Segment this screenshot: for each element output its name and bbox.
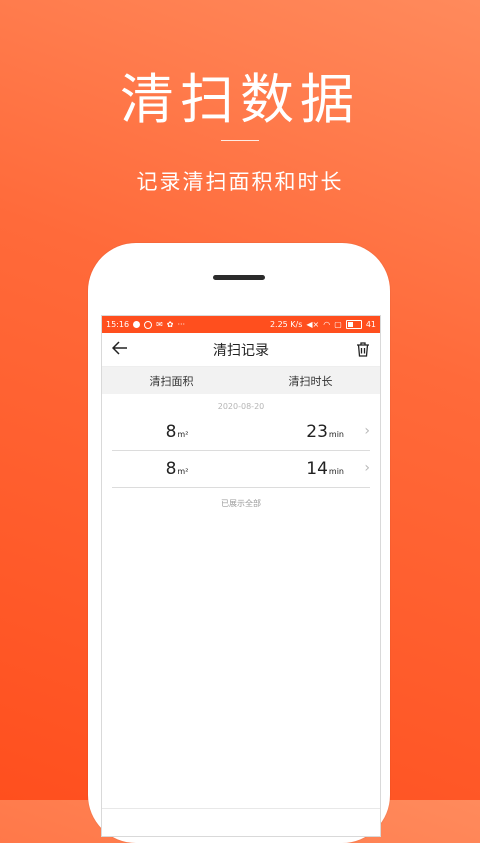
- battery-icon: [345, 320, 362, 329]
- more-notifications-icon: ···: [177, 320, 186, 329]
- column-header-duration: 清扫时长: [288, 374, 333, 388]
- notification-app-icon: ✿: [166, 320, 174, 329]
- status-right: 2.25 K/s ◀× ◠ ▢ 41: [270, 320, 376, 329]
- record-duration: 14min: [232, 459, 370, 479]
- column-header-area: 清扫面积: [149, 374, 194, 388]
- mute-icon: ◀×: [306, 320, 320, 329]
- duration-unit: min: [328, 430, 344, 439]
- notification-dot-icon: [133, 321, 141, 328]
- phone-screen: 15:16 ✉ ✿ ··· 2.25 K/s ◀× ◠ ▢ 41 清扫记录 清扫…: [101, 315, 381, 837]
- record-duration: 23min: [232, 422, 370, 442]
- phone-mockup: 15:16 ✉ ✿ ··· 2.25 K/s ◀× ◠ ▢ 41 清扫记录 清扫…: [88, 243, 390, 843]
- notification-ring-icon: [144, 320, 153, 329]
- duration-value: 14: [306, 459, 328, 479]
- battery-level: 41: [365, 320, 376, 329]
- app-header: 清扫记录: [102, 333, 380, 367]
- status-bar: 15:16 ✉ ✿ ··· 2.25 K/s ◀× ◠ ▢ 41: [102, 316, 380, 333]
- date-label: 2020-08-20: [217, 402, 265, 411]
- page-title: 清扫记录: [213, 342, 269, 359]
- record-list: 8m² 23min › 8m² 14min ›: [102, 414, 380, 488]
- area-value: 8: [165, 459, 177, 479]
- end-of-list-label: 已展示全部: [221, 499, 261, 508]
- hero-title: 清扫数据: [120, 68, 360, 131]
- bottom-divider: [102, 808, 380, 809]
- status-left: 15:16 ✉ ✿ ···: [106, 320, 185, 329]
- record-row[interactable]: 8m² 14min ›: [112, 451, 370, 488]
- sim-icon: ▢: [334, 320, 342, 329]
- hero-divider: [221, 140, 259, 141]
- phone-speaker: [213, 275, 265, 280]
- chevron-right-icon: ›: [364, 423, 370, 439]
- duration-unit: min: [328, 467, 344, 476]
- area-unit: m²: [177, 430, 189, 439]
- record-area: 8m²: [112, 422, 232, 442]
- trash-icon[interactable]: [350, 342, 370, 357]
- chevron-right-icon: ›: [364, 460, 370, 476]
- notification-mail-icon: ✉: [156, 320, 163, 329]
- record-row[interactable]: 8m² 23min ›: [112, 414, 370, 451]
- duration-value: 23: [306, 422, 328, 442]
- record-area: 8m²: [112, 459, 232, 479]
- wifi-icon: ◠: [323, 320, 331, 329]
- column-header-bar: 清扫面积 清扫时长: [102, 367, 380, 394]
- network-speed: 2.25 K/s: [269, 320, 303, 329]
- area-value: 8: [165, 422, 177, 442]
- status-time: 15:16: [106, 320, 130, 329]
- hero-subtitle: 记录清扫面积和时长: [136, 170, 344, 194]
- area-unit: m²: [177, 467, 189, 476]
- back-arrow-icon[interactable]: [111, 339, 132, 360]
